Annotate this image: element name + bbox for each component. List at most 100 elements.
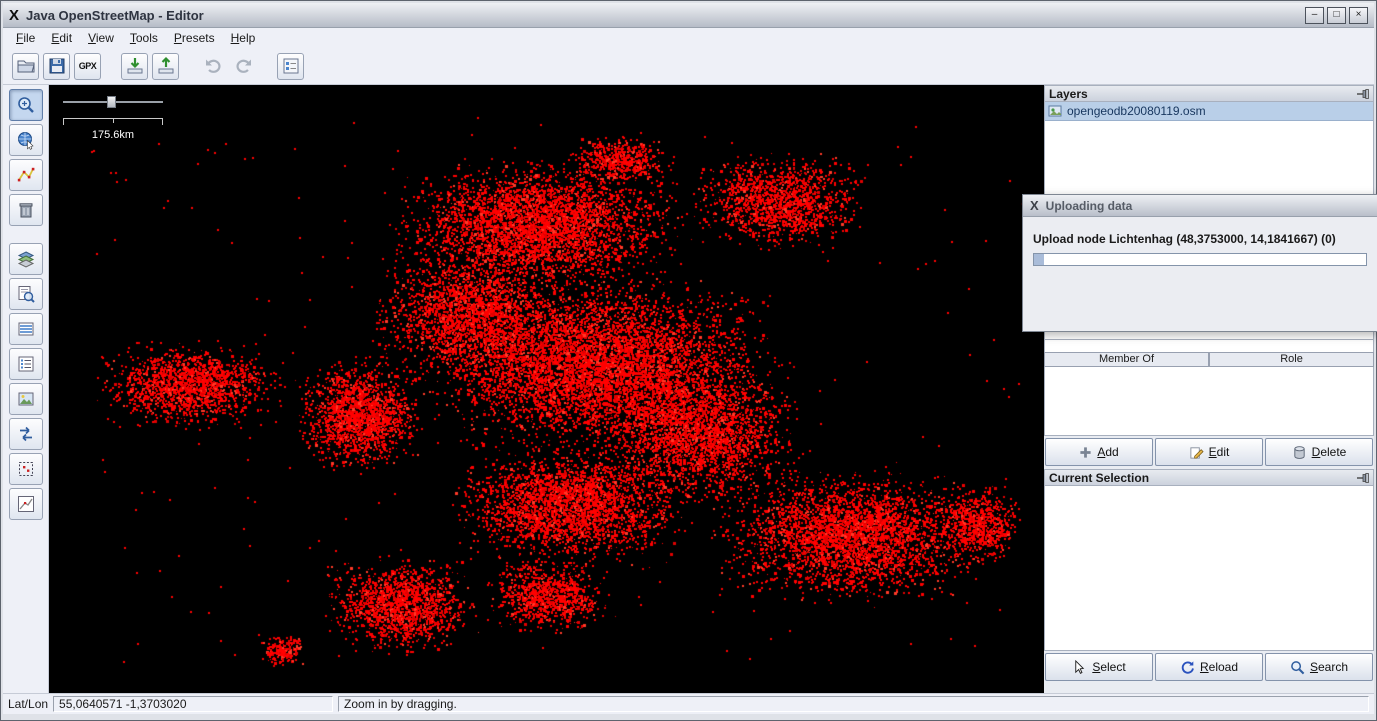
menu-file[interactable]: File — [9, 30, 42, 46]
slope-chart-icon — [16, 494, 36, 514]
map-view[interactable]: 175.6km — [49, 85, 1044, 693]
conflict-panel-toggle[interactable] — [9, 418, 43, 450]
pin-icon — [1357, 89, 1369, 99]
download-data-button[interactable] — [121, 53, 148, 80]
properties-panel-toggle[interactable] — [9, 278, 43, 310]
download-icon — [125, 56, 145, 76]
selection-list-panel-toggle[interactable] — [9, 453, 43, 485]
undo-icon — [203, 56, 223, 76]
upload-progress-fill — [1034, 254, 1044, 265]
window-title: Java OpenStreetMap - Editor — [26, 8, 204, 23]
add-button-label: Add — [1097, 445, 1118, 459]
draw-tool-button[interactable] — [9, 159, 43, 191]
folder-open-icon — [16, 56, 36, 76]
dashed-rect-icon — [16, 459, 36, 479]
membership-buttons: Add Edit Delete — [1044, 436, 1374, 468]
layers-pin-button[interactable] — [1357, 89, 1369, 99]
open-button[interactable] — [12, 53, 39, 80]
map-styles-panel-toggle[interactable] — [9, 313, 43, 345]
status-hint-field: Zoom in by dragging. — [338, 696, 1369, 712]
gpx-icon: GPX — [79, 61, 97, 71]
upload-data-button[interactable] — [152, 53, 179, 80]
command-stack-panel-toggle[interactable] — [9, 488, 43, 520]
reload-button-label: Reload — [1200, 660, 1238, 674]
layers-panel-toggle[interactable] — [9, 243, 43, 275]
role-column-header[interactable]: Role — [1209, 352, 1374, 367]
delete-tool-button[interactable] — [9, 194, 43, 226]
add-button[interactable]: Add — [1045, 438, 1153, 466]
search-icon — [1290, 660, 1305, 675]
export-gpx-button[interactable]: GPX — [74, 53, 101, 80]
select-cursor-icon — [1072, 660, 1087, 675]
menu-help[interactable]: Help — [224, 30, 263, 46]
app-logo-icon: X — [9, 8, 19, 23]
upload-dialog-body: Upload node Lichtenhag (48,3753000, 14,1… — [1023, 232, 1377, 266]
map-scale-label: 175.6km — [63, 129, 163, 141]
delete-cylinder-icon — [1292, 445, 1307, 460]
map-scale-bar — [63, 118, 163, 125]
double-arrow-icon — [16, 424, 36, 444]
minimize-button[interactable]: – — [1305, 7, 1324, 24]
statusbar: Lat/Lon 55,0640571 -1,3703020 Zoom in by… — [3, 693, 1374, 714]
zoom-slider[interactable] — [63, 95, 163, 109]
layers-panel-title: Layers — [1049, 87, 1088, 101]
selection-panel-toggle[interactable] — [9, 383, 43, 415]
map-canvas[interactable] — [49, 85, 1044, 693]
delete-button[interactable]: Delete — [1265, 438, 1373, 466]
zoom-tool-button[interactable] — [9, 89, 43, 121]
menu-tools[interactable]: Tools — [123, 30, 165, 46]
layer-type-icon — [1048, 104, 1062, 118]
member-of-column-header[interactable]: Member Of — [1044, 352, 1209, 367]
toolbar-separator — [105, 66, 117, 67]
upload-dialog: X Uploading data Upload node Lichtenhag … — [1022, 194, 1377, 332]
titlebar[interactable]: X Java OpenStreetMap - Editor – □ × — [3, 3, 1374, 28]
main-content: 175.6km Layers opengeodb20080119.osm Mem… — [3, 85, 1374, 693]
plus-icon — [1079, 446, 1092, 459]
zoom-slider-handle[interactable] — [107, 96, 116, 108]
menu-edit[interactable]: Edit — [44, 30, 79, 46]
move-tool-button[interactable] — [9, 124, 43, 156]
menu-presets[interactable]: Presets — [167, 30, 222, 46]
upload-dialog-title: Uploading data — [1046, 199, 1133, 213]
redo-icon — [234, 56, 254, 76]
menu-view[interactable]: View — [81, 30, 121, 46]
edit-toolbar — [3, 85, 49, 693]
save-icon — [47, 56, 67, 76]
preferences-icon — [281, 56, 301, 76]
edit-button-label: Edit — [1209, 445, 1230, 459]
draw-line-icon — [16, 165, 36, 185]
membership-table-body[interactable] — [1044, 367, 1374, 436]
selection-pin-button[interactable] — [1357, 473, 1369, 483]
globe-cursor-icon — [16, 130, 36, 150]
reload-icon — [1180, 660, 1195, 675]
trash-icon — [16, 200, 36, 220]
reload-button[interactable]: Reload — [1155, 653, 1263, 681]
select-button[interactable]: Select — [1045, 653, 1153, 681]
layer-name: opengeodb20080119.osm — [1067, 104, 1206, 118]
selection-buttons: Select Reload Search — [1044, 651, 1374, 683]
close-button[interactable]: × — [1349, 7, 1368, 24]
maximize-button[interactable]: □ — [1327, 7, 1346, 24]
save-button[interactable] — [43, 53, 70, 80]
magnifier-document-icon — [16, 284, 36, 304]
striped-panel-icon — [16, 319, 36, 339]
toolbar-separator — [183, 66, 195, 67]
undo-button[interactable] — [199, 53, 226, 80]
edit-button[interactable]: Edit — [1155, 438, 1263, 466]
selection-panel-header: Current Selection — [1044, 469, 1374, 486]
main-toolbar: GPX — [3, 48, 1374, 85]
pencil-icon — [1189, 445, 1204, 460]
select-button-label: Select — [1092, 660, 1125, 674]
upload-dialog-titlebar[interactable]: X Uploading data — [1023, 195, 1377, 217]
layer-row[interactable]: opengeodb20080119.osm — [1045, 102, 1373, 121]
preferences-button[interactable] — [277, 53, 304, 80]
selection-list[interactable] — [1044, 486, 1374, 651]
tags-panel-toggle[interactable] — [9, 348, 43, 380]
search-button[interactable]: Search — [1265, 653, 1373, 681]
right-panel: Layers opengeodb20080119.osm Member Of R… — [1044, 85, 1374, 693]
image-icon — [16, 389, 36, 409]
pin-icon — [1357, 473, 1369, 483]
menubar: File Edit View Tools Presets Help — [3, 28, 1374, 48]
redo-button[interactable] — [230, 53, 257, 80]
search-button-label: Search — [1310, 660, 1348, 674]
